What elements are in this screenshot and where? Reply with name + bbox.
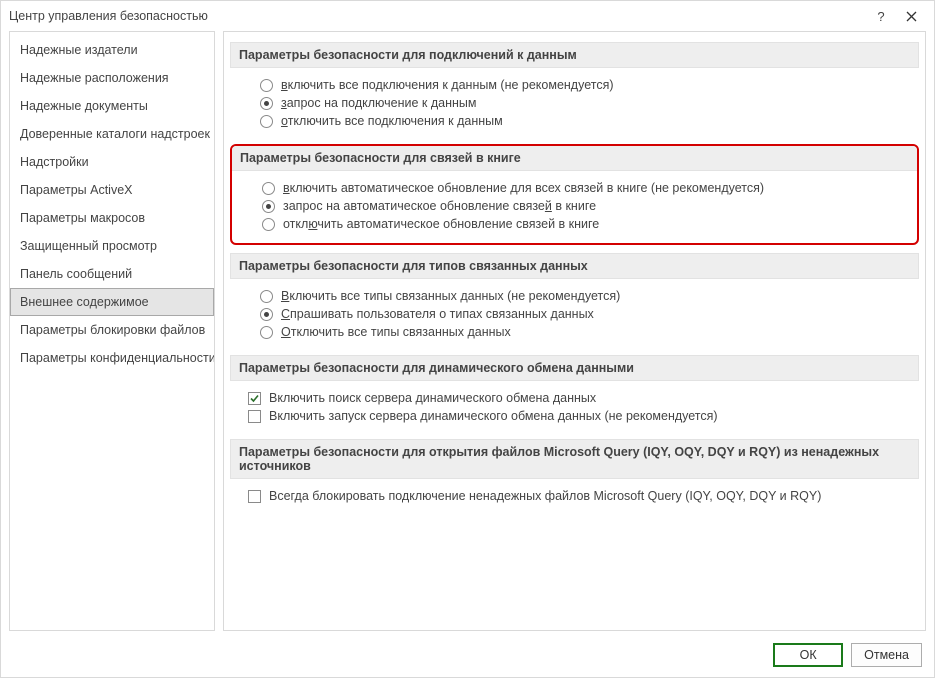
section-header: Параметры безопасности для открытия файл… [230, 439, 919, 479]
sidebar-item[interactable]: Параметры конфиденциальности [10, 344, 214, 372]
option-label: запрос на подключение к данным [281, 96, 477, 110]
checkbox-icon [248, 392, 261, 405]
ok-button[interactable]: ОК [773, 643, 843, 667]
checkbox-icon [248, 410, 261, 423]
radio-icon [262, 218, 275, 231]
sidebar-item[interactable]: Панель сообщений [10, 260, 214, 288]
dialog-footer: ОК Отмена [1, 635, 934, 677]
section-dde: Параметры безопасности для динамического… [230, 355, 919, 431]
section-workbook-links-highlight: Параметры безопасности для связей в книг… [230, 144, 919, 245]
radio-icon [260, 326, 273, 339]
radio-icon [260, 308, 273, 321]
radio-option[interactable]: отключить все подключения к данным [260, 112, 911, 130]
option-label: отключить автоматическое обновление связ… [283, 217, 599, 231]
radio-icon [260, 290, 273, 303]
option-label: включить все подключения к данным (не ре… [281, 78, 614, 92]
option-label: Включить запуск сервера динамического об… [269, 409, 718, 423]
window-title: Центр управления безопасностью [9, 9, 866, 23]
option-label: Отключить все типы связанных данных [281, 325, 511, 339]
radio-option[interactable]: запрос на подключение к данным [260, 94, 911, 112]
checkbox-option[interactable]: Всегда блокировать подключение ненадежны… [248, 487, 911, 505]
section-header: Параметры безопасности для динамического… [230, 355, 919, 381]
sidebar-item[interactable]: Внешнее содержимое [10, 288, 214, 316]
option-label: отключить все подключения к данным [281, 114, 503, 128]
option-label: Включить все типы связанных данных (не р… [281, 289, 620, 303]
option-label: запрос на автоматическое обновление связ… [283, 199, 596, 213]
radio-option[interactable]: Отключить все типы связанных данных [260, 323, 911, 341]
option-label: Всегда блокировать подключение ненадежны… [269, 489, 821, 503]
sidebar-item[interactable]: Надежные издатели [10, 36, 214, 64]
radio-option[interactable]: включить все подключения к данным (не ре… [260, 76, 911, 94]
checkbox-option[interactable]: Включить запуск сервера динамического об… [248, 407, 911, 425]
section-data-connections: Параметры безопасности для подключений к… [230, 42, 919, 136]
radio-icon [260, 79, 273, 92]
cancel-button[interactable]: Отмена [851, 643, 922, 667]
sidebar-item[interactable]: Параметры блокировки файлов [10, 316, 214, 344]
content-pane: Параметры безопасности для подключений к… [223, 31, 926, 631]
sidebar-item[interactable]: Надежные расположения [10, 64, 214, 92]
radio-option[interactable]: отключить автоматическое обновление связ… [262, 215, 909, 233]
option-label: включить автоматическое обновление для в… [283, 181, 764, 195]
radio-option[interactable]: включить автоматическое обновление для в… [262, 179, 909, 197]
titlebar: Центр управления безопасностью ? [1, 1, 934, 29]
radio-icon [260, 97, 273, 110]
sidebar-item[interactable]: Параметры макросов [10, 204, 214, 232]
sidebar-item[interactable]: Параметры ActiveX [10, 176, 214, 204]
radio-option[interactable]: запрос на автоматическое обновление связ… [262, 197, 909, 215]
option-label: Включить поиск сервера динамического обм… [269, 391, 596, 405]
radio-option[interactable]: Спрашивать пользователя о типах связанны… [260, 305, 911, 323]
trust-center-dialog: Центр управления безопасностью ? Надежны… [0, 0, 935, 678]
checkbox-option[interactable]: Включить поиск сервера динамического обм… [248, 389, 911, 407]
radio-option[interactable]: Включить все типы связанных данных (не р… [260, 287, 911, 305]
section-header: Параметры безопасности для типов связанн… [230, 253, 919, 279]
sidebar-item[interactable]: Защищенный просмотр [10, 232, 214, 260]
help-button[interactable]: ? [866, 5, 896, 27]
sidebar-item[interactable]: Доверенные каталоги надстроек [10, 120, 214, 148]
section-msquery: Параметры безопасности для открытия файл… [230, 439, 919, 511]
section-header: Параметры безопасности для связей в книг… [232, 146, 917, 171]
sidebar-item[interactable]: Надежные документы [10, 92, 214, 120]
close-button[interactable] [896, 5, 926, 27]
radio-icon [260, 115, 273, 128]
radio-icon [262, 182, 275, 195]
section-linked-data-types: Параметры безопасности для типов связанн… [230, 253, 919, 347]
sidebar-item[interactable]: Надстройки [10, 148, 214, 176]
option-label: Спрашивать пользователя о типах связанны… [281, 307, 594, 321]
sidebar: Надежные издателиНадежные расположенияНа… [9, 31, 215, 631]
radio-icon [262, 200, 275, 213]
checkbox-icon [248, 490, 261, 503]
section-header: Параметры безопасности для подключений к… [230, 42, 919, 68]
